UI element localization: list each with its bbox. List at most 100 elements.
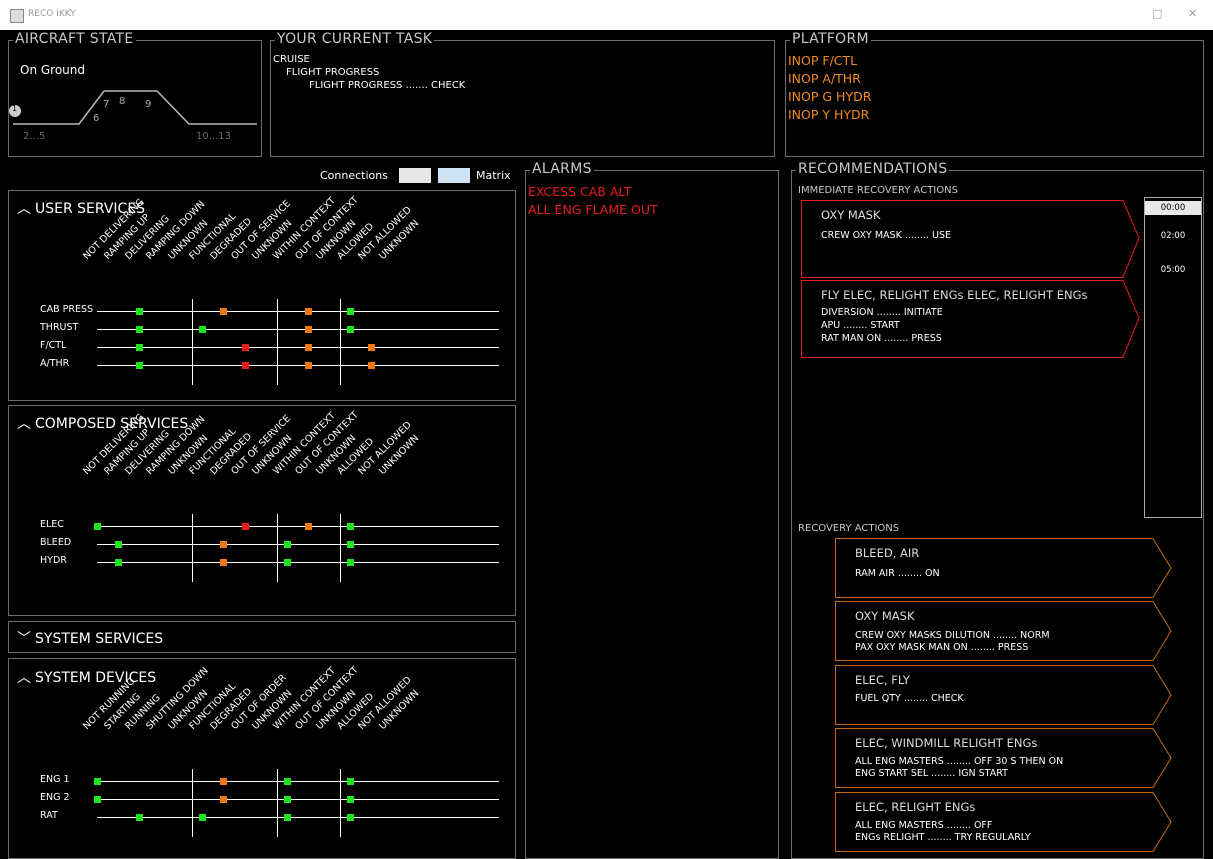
row-label: CAB PRESS	[40, 304, 94, 315]
phase-range-start: 2...5	[23, 131, 46, 142]
status-marker[interactable]	[135, 814, 143, 821]
status-marker[interactable]	[199, 326, 207, 333]
status-marker[interactable]	[220, 308, 228, 315]
status-marker[interactable]	[283, 559, 291, 566]
timer-label: 02:00	[1160, 231, 1186, 241]
current-task-panel: YOUR CURRENT TASK CRUISE FLIGHT PROGRESS…	[270, 31, 775, 157]
row-line	[97, 799, 499, 800]
system-devices-panel: ︿ SYSTEM DEVICES NOT RUNNING STARTING RUNNI…	[8, 658, 516, 859]
status-marker[interactable]	[241, 523, 249, 530]
card-line: ENG START SEL ........ IGN START	[855, 768, 1008, 779]
status-marker[interactable]	[241, 362, 249, 369]
close-button[interactable]: ✕	[1188, 7, 1197, 20]
status-marker[interactable]	[135, 326, 143, 333]
status-marker[interactable]	[305, 362, 312, 369]
card-line: RAT MAN ON ........ PRESS	[821, 333, 942, 344]
immediate-action-card[interactable]: OXY MASK CREW OXY MASK ........ USE	[801, 200, 1141, 278]
status-marker[interactable]	[220, 541, 228, 548]
card-title: FLY ELEC, RELIGHT ENGs ELEC, RELIGHT ENG…	[821, 288, 1088, 302]
row-line	[97, 311, 499, 312]
card-title: OXY MASK	[821, 208, 881, 222]
status-marker[interactable]	[93, 796, 101, 803]
task-line: FLIGHT PROGRESS ....... CHECK	[309, 80, 466, 91]
status-marker[interactable]	[199, 814, 207, 821]
row-label: RAT	[40, 810, 58, 821]
card-line: DIVERSION ........ INITIATE	[821, 307, 943, 318]
recovery-action-card[interactable]: ELEC, WINDMILL RELIGHT ENGs ALL ENG MAST…	[835, 728, 1173, 788]
status-marker[interactable]	[368, 362, 376, 369]
timer-label: 00:00	[1160, 203, 1186, 213]
system-services-header[interactable]: ﹀ SYSTEM SERVICES	[17, 628, 163, 648]
status-marker[interactable]	[347, 523, 355, 530]
status-marker[interactable]	[283, 541, 291, 548]
group-divider	[276, 514, 278, 582]
status-marker[interactable]	[93, 778, 101, 785]
status-marker[interactable]	[347, 308, 355, 315]
immediate-action-card[interactable]: FLY ELEC, RELIGHT ENGs ELEC, RELIGHT ENG…	[801, 280, 1141, 358]
status-marker[interactable]	[283, 814, 291, 821]
card-line: ALL ENG MASTERS ........ OFF 30 S THEN O…	[855, 756, 1064, 767]
recovery-actions-title: RECOVERY ACTIONS	[798, 523, 900, 534]
status-marker[interactable]	[93, 523, 101, 530]
recommendations-panel: RECOMMENDATIONS IMMEDIATE RECOVERY ACTIO…	[791, 161, 1204, 859]
status-marker[interactable]	[220, 778, 228, 785]
phase-marker-current: 1	[12, 104, 18, 113]
aircraft-state-panel: AIRCRAFT STATE On Ground 1 6 7 8 9 2...5…	[8, 31, 262, 157]
status-marker[interactable]	[135, 362, 143, 369]
card-line: APU ........ START	[821, 320, 900, 331]
status-marker[interactable]	[114, 541, 122, 548]
card-line: ENGs RELIGHT ........ TRY REGULARLY	[855, 832, 1031, 843]
row-label: THRUST	[40, 322, 79, 333]
platform-item: INOP F/CTL	[788, 53, 858, 68]
row-line	[97, 365, 499, 366]
timer-label: 05:00	[1160, 265, 1186, 275]
status-marker[interactable]	[135, 308, 143, 315]
connections-label: Connections	[320, 169, 388, 182]
app-icon	[10, 9, 24, 23]
alarms-panel: ALARMS EXCESS CAB ALT ALL ENG FLAME OUT	[525, 161, 779, 859]
immediate-actions-title: IMMEDIATE RECOVERY ACTIONS	[798, 185, 958, 196]
recovery-action-card[interactable]: ELEC, FLY FUEL QTY ........ CHECK	[835, 665, 1173, 725]
task-line: CRUISE	[273, 54, 310, 65]
recommendations-title: RECOMMENDATIONS	[796, 161, 950, 177]
platform-item: INOP A/THR	[788, 71, 861, 86]
row-line	[97, 329, 499, 330]
alarm-item: EXCESS CAB ALT	[528, 184, 632, 199]
status-marker[interactable]	[283, 778, 291, 785]
chevron-up-icon: ︿	[17, 201, 31, 217]
status-marker[interactable]	[305, 326, 312, 333]
status-marker[interactable]	[135, 344, 143, 351]
chevron-up-icon: ︿	[17, 416, 31, 432]
recovery-action-card[interactable]: ELEC, RELIGHT ENGs ALL ENG MASTERS .....…	[835, 792, 1173, 852]
row-label: A/THR	[40, 358, 70, 369]
status-marker[interactable]	[347, 796, 355, 803]
status-marker[interactable]	[241, 344, 249, 351]
status-marker[interactable]	[368, 344, 376, 351]
status-marker[interactable]	[347, 541, 355, 548]
card-line: RAM AIR ........ ON	[855, 568, 940, 579]
phase-marker: 8	[119, 96, 126, 107]
status-marker[interactable]	[305, 308, 312, 315]
card-line: FUEL QTY ........ CHECK	[855, 693, 964, 704]
card-title: ELEC, RELIGHT ENGs	[855, 800, 976, 814]
row-label: ELEC	[40, 519, 64, 530]
status-marker[interactable]	[347, 778, 355, 785]
status-marker[interactable]	[305, 523, 312, 530]
task-line: FLIGHT PROGRESS	[286, 67, 380, 78]
card-line: ALL ENG MASTERS ........ OFF	[855, 820, 993, 831]
status-marker[interactable]	[347, 559, 355, 566]
matrix-toggle[interactable]	[438, 168, 470, 183]
status-marker[interactable]	[220, 559, 228, 566]
row-label: HYDR	[40, 555, 67, 566]
system-services-title: SYSTEM SERVICES	[35, 631, 164, 647]
recovery-action-card[interactable]: OXY MASK CREW OXY MASKS DILUTION .......…	[835, 601, 1173, 661]
status-marker[interactable]	[347, 326, 355, 333]
recovery-action-card[interactable]: BLEED, AIR RAM AIR ........ ON	[835, 538, 1173, 598]
status-marker[interactable]	[283, 796, 291, 803]
status-marker[interactable]	[347, 814, 355, 821]
status-marker[interactable]	[220, 796, 228, 803]
maximize-button[interactable]: □	[1152, 7, 1162, 20]
status-marker[interactable]	[114, 559, 122, 566]
status-marker[interactable]	[305, 344, 312, 351]
connections-toggle[interactable]	[399, 168, 431, 183]
